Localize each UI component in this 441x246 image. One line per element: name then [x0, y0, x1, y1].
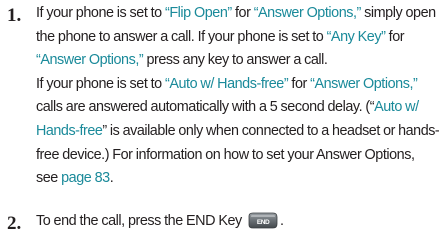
option-name: Hands-free [36, 122, 103, 139]
text-line: If your phone is set to “Auto w/ Hands-f… [36, 73, 439, 97]
step-number: 2. [7, 213, 22, 234]
text-segment: . [109, 170, 114, 187]
text-segment: simply open [360, 5, 436, 21]
step-body: To end the call, press the END Key END. [36, 210, 439, 234]
text-line: “Answer Options,” press any key to answe… [36, 49, 439, 73]
text-line: Hands-free” is available only when conne… [36, 120, 440, 144]
text-line: free device.) For information on how to … [36, 144, 439, 168]
step-number: 1. [7, 5, 22, 26]
text-line: If your phone is set to “Flip Open” for … [36, 2, 439, 26]
text-segment: If your phone is set to [36, 5, 165, 21]
text-segment: free device.) For information on how to … [36, 146, 415, 163]
text-line: To end the call, press the END Key END. [36, 210, 439, 234]
option-name: “Any Key” [326, 28, 386, 45]
text-segment: ” is available only when connected to a … [102, 122, 440, 139]
page-link[interactable]: page 83 [61, 170, 110, 186]
text-segment: for [385, 28, 405, 45]
step-body: If your phone is set to “Flip Open” for … [36, 2, 440, 191]
text-segment: the phone to answer a call. If your phon… [36, 28, 327, 45]
text-line: calls are answered automatically with a … [36, 96, 439, 120]
option-name: “Answer Options,” [310, 75, 418, 92]
text-segment: To end the call, press the END Key [36, 213, 246, 229]
text-segment: If your phone is set to [36, 75, 165, 92]
option-name: “Answer Options,” [36, 52, 144, 69]
text-segment: see [36, 170, 62, 187]
manual-page: 1. If your phone is set to “Flip Open” f… [0, 0, 441, 246]
option-name: “Answer Options,” [253, 5, 362, 21]
text-segment: for [288, 75, 311, 92]
text-segment: for [231, 5, 254, 21]
option-name: Auto w/ [374, 99, 419, 116]
text-segment: calls are answered automatically with a … [36, 99, 375, 116]
text-segment: . [280, 213, 284, 229]
option-name: “Auto w/ Hands-free” [165, 75, 289, 92]
end-key-icon: END [248, 212, 278, 229]
text-line: see page 83. [36, 167, 439, 191]
text-line: the phone to answer a call. If your phon… [36, 26, 439, 50]
text-segment: press any key to answer a call. [143, 52, 328, 69]
option-name: “Flip Open” [165, 5, 232, 21]
end-key-label: END [257, 219, 270, 226]
